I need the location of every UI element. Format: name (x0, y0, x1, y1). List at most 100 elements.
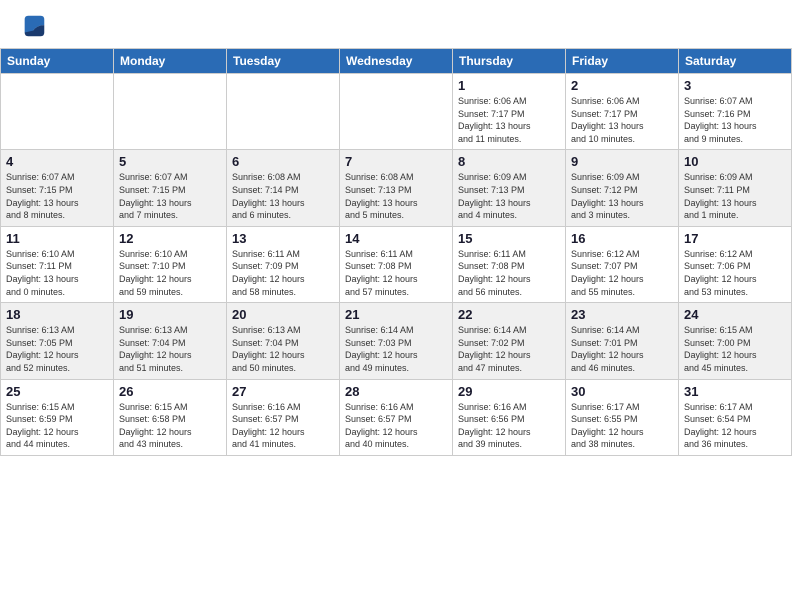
day-info: Sunrise: 6:07 AM Sunset: 7:15 PM Dayligh… (6, 171, 108, 221)
day-number: 6 (232, 154, 334, 169)
day-number: 2 (571, 78, 673, 93)
day-number: 3 (684, 78, 786, 93)
calendar-cell: 13 Sunrise: 6:11 AM Sunset: 7:09 PM Dayli… (227, 226, 340, 302)
calendar-week-row: 1 Sunrise: 6:06 AM Sunset: 7:17 PM Daylig… (1, 74, 792, 150)
calendar-cell: 2 Sunrise: 6:06 AM Sunset: 7:17 PM Daylig… (566, 74, 679, 150)
day-info: Sunrise: 6:13 AM Sunset: 7:04 PM Dayligh… (232, 324, 334, 374)
day-number: 11 (6, 231, 108, 246)
day-info: Sunrise: 6:07 AM Sunset: 7:15 PM Dayligh… (119, 171, 221, 221)
day-info: Sunrise: 6:15 AM Sunset: 6:59 PM Dayligh… (6, 401, 108, 451)
day-number: 15 (458, 231, 560, 246)
day-info: Sunrise: 6:14 AM Sunset: 7:02 PM Dayligh… (458, 324, 560, 374)
calendar-cell: 29 Sunrise: 6:16 AM Sunset: 6:56 PM Dayli… (453, 379, 566, 455)
day-number: 1 (458, 78, 560, 93)
calendar-week-row: 4 Sunrise: 6:07 AM Sunset: 7:15 PM Daylig… (1, 150, 792, 226)
day-number: 8 (458, 154, 560, 169)
day-number: 30 (571, 384, 673, 399)
calendar-cell: 15 Sunrise: 6:11 AM Sunset: 7:08 PM Dayli… (453, 226, 566, 302)
calendar-cell: 21 Sunrise: 6:14 AM Sunset: 7:03 PM Dayli… (340, 303, 453, 379)
calendar-week-row: 11 Sunrise: 6:10 AM Sunset: 7:11 PM Dayli… (1, 226, 792, 302)
calendar-cell: 22 Sunrise: 6:14 AM Sunset: 7:02 PM Dayli… (453, 303, 566, 379)
day-info: Sunrise: 6:16 AM Sunset: 6:57 PM Dayligh… (232, 401, 334, 451)
calendar-cell: 23 Sunrise: 6:14 AM Sunset: 7:01 PM Dayli… (566, 303, 679, 379)
day-info: Sunrise: 6:08 AM Sunset: 7:14 PM Dayligh… (232, 171, 334, 221)
weekday-header: Monday (114, 49, 227, 74)
calendar-cell: 9Sunrise: 6:09 AM Sunset: 7:12 PM Daylig… (566, 150, 679, 226)
calendar-cell: 27 Sunrise: 6:16 AM Sunset: 6:57 PM Dayli… (227, 379, 340, 455)
day-number: 26 (119, 384, 221, 399)
day-info: Sunrise: 6:14 AM Sunset: 7:03 PM Dayligh… (345, 324, 447, 374)
day-number: 29 (458, 384, 560, 399)
calendar-cell (227, 74, 340, 150)
calendar-cell: 3 Sunrise: 6:07 AM Sunset: 7:16 PM Daylig… (679, 74, 792, 150)
calendar-cell: 28Sunrise: 6:16 AM Sunset: 6:57 PM Dayli… (340, 379, 453, 455)
calendar-cell: 8 Sunrise: 6:09 AM Sunset: 7:13 PM Daylig… (453, 150, 566, 226)
day-number: 21 (345, 307, 447, 322)
calendar-cell (1, 74, 114, 150)
day-info: Sunrise: 6:11 AM Sunset: 7:08 PM Dayligh… (458, 248, 560, 298)
day-number: 10 (684, 154, 786, 169)
weekday-header: Thursday (453, 49, 566, 74)
calendar-week-row: 25 Sunrise: 6:15 AM Sunset: 6:59 PM Dayli… (1, 379, 792, 455)
day-info: Sunrise: 6:13 AM Sunset: 7:05 PM Dayligh… (6, 324, 108, 374)
calendar-cell: 31 Sunrise: 6:17 AM Sunset: 6:54 PM Dayli… (679, 379, 792, 455)
calendar-cell: 6 Sunrise: 6:08 AM Sunset: 7:14 PM Daylig… (227, 150, 340, 226)
calendar-cell: 12 Sunrise: 6:10 AM Sunset: 7:10 PM Dayli… (114, 226, 227, 302)
day-info: Sunrise: 6:09 AM Sunset: 7:11 PM Dayligh… (684, 171, 786, 221)
day-number: 19 (119, 307, 221, 322)
day-number: 18 (6, 307, 108, 322)
calendar-cell (114, 74, 227, 150)
day-info: Sunrise: 6:17 AM Sunset: 6:54 PM Dayligh… (684, 401, 786, 451)
calendar-cell: 25 Sunrise: 6:15 AM Sunset: 6:59 PM Dayli… (1, 379, 114, 455)
calendar-cell: 7 Sunrise: 6:08 AM Sunset: 7:13 PM Daylig… (340, 150, 453, 226)
day-info: Sunrise: 6:17 AM Sunset: 6:55 PM Dayligh… (571, 401, 673, 451)
day-info: Sunrise: 6:09 AM Sunset: 7:12 PM Dayligh… (571, 171, 673, 221)
day-info: Sunrise: 6:06 AM Sunset: 7:17 PM Dayligh… (458, 95, 560, 145)
day-number: 14 (345, 231, 447, 246)
day-number: 16 (571, 231, 673, 246)
calendar-week-row: 18 Sunrise: 6:13 AM Sunset: 7:05 PM Dayli… (1, 303, 792, 379)
day-info: Sunrise: 6:11 AM Sunset: 7:09 PM Dayligh… (232, 248, 334, 298)
day-info: Sunrise: 6:10 AM Sunset: 7:10 PM Dayligh… (119, 248, 221, 298)
logo (20, 12, 52, 40)
day-number: 20 (232, 307, 334, 322)
calendar-cell: 14Sunrise: 6:11 AM Sunset: 7:08 PM Dayli… (340, 226, 453, 302)
weekday-header: Tuesday (227, 49, 340, 74)
day-number: 17 (684, 231, 786, 246)
day-number: 23 (571, 307, 673, 322)
day-info: Sunrise: 6:14 AM Sunset: 7:01 PM Dayligh… (571, 324, 673, 374)
page-header (0, 0, 792, 48)
logo-icon (20, 12, 48, 40)
calendar-cell: 17 Sunrise: 6:12 AM Sunset: 7:06 PM Dayli… (679, 226, 792, 302)
calendar-cell: 20 Sunrise: 6:13 AM Sunset: 7:04 PM Dayli… (227, 303, 340, 379)
day-info: Sunrise: 6:15 AM Sunset: 6:58 PM Dayligh… (119, 401, 221, 451)
day-number: 7 (345, 154, 447, 169)
day-info: Sunrise: 6:10 AM Sunset: 7:11 PM Dayligh… (6, 248, 108, 298)
day-number: 13 (232, 231, 334, 246)
day-number: 5 (119, 154, 221, 169)
day-info: Sunrise: 6:12 AM Sunset: 7:07 PM Dayligh… (571, 248, 673, 298)
day-info: Sunrise: 6:16 AM Sunset: 6:56 PM Dayligh… (458, 401, 560, 451)
day-number: 28 (345, 384, 447, 399)
calendar-cell: 16 Sunrise: 6:12 AM Sunset: 7:07 PM Dayli… (566, 226, 679, 302)
day-info: Sunrise: 6:06 AM Sunset: 7:17 PM Dayligh… (571, 95, 673, 145)
calendar-cell: 4 Sunrise: 6:07 AM Sunset: 7:15 PM Daylig… (1, 150, 114, 226)
day-number: 24 (684, 307, 786, 322)
day-number: 22 (458, 307, 560, 322)
calendar-cell: 1 Sunrise: 6:06 AM Sunset: 7:17 PM Daylig… (453, 74, 566, 150)
day-number: 27 (232, 384, 334, 399)
day-info: Sunrise: 6:12 AM Sunset: 7:06 PM Dayligh… (684, 248, 786, 298)
day-info: Sunrise: 6:08 AM Sunset: 7:13 PM Dayligh… (345, 171, 447, 221)
weekday-header: Wednesday (340, 49, 453, 74)
day-info: Sunrise: 6:09 AM Sunset: 7:13 PM Dayligh… (458, 171, 560, 221)
day-number: 4 (6, 154, 108, 169)
calendar-cell (340, 74, 453, 150)
calendar-cell: 5 Sunrise: 6:07 AM Sunset: 7:15 PM Daylig… (114, 150, 227, 226)
day-number: 31 (684, 384, 786, 399)
day-info: Sunrise: 6:07 AM Sunset: 7:16 PM Dayligh… (684, 95, 786, 145)
calendar-table: SundayMondayTuesdayWednesdayThursdayFrid… (0, 48, 792, 456)
day-info: Sunrise: 6:15 AM Sunset: 7:00 PM Dayligh… (684, 324, 786, 374)
day-number: 25 (6, 384, 108, 399)
weekday-header: Friday (566, 49, 679, 74)
day-number: 12 (119, 231, 221, 246)
